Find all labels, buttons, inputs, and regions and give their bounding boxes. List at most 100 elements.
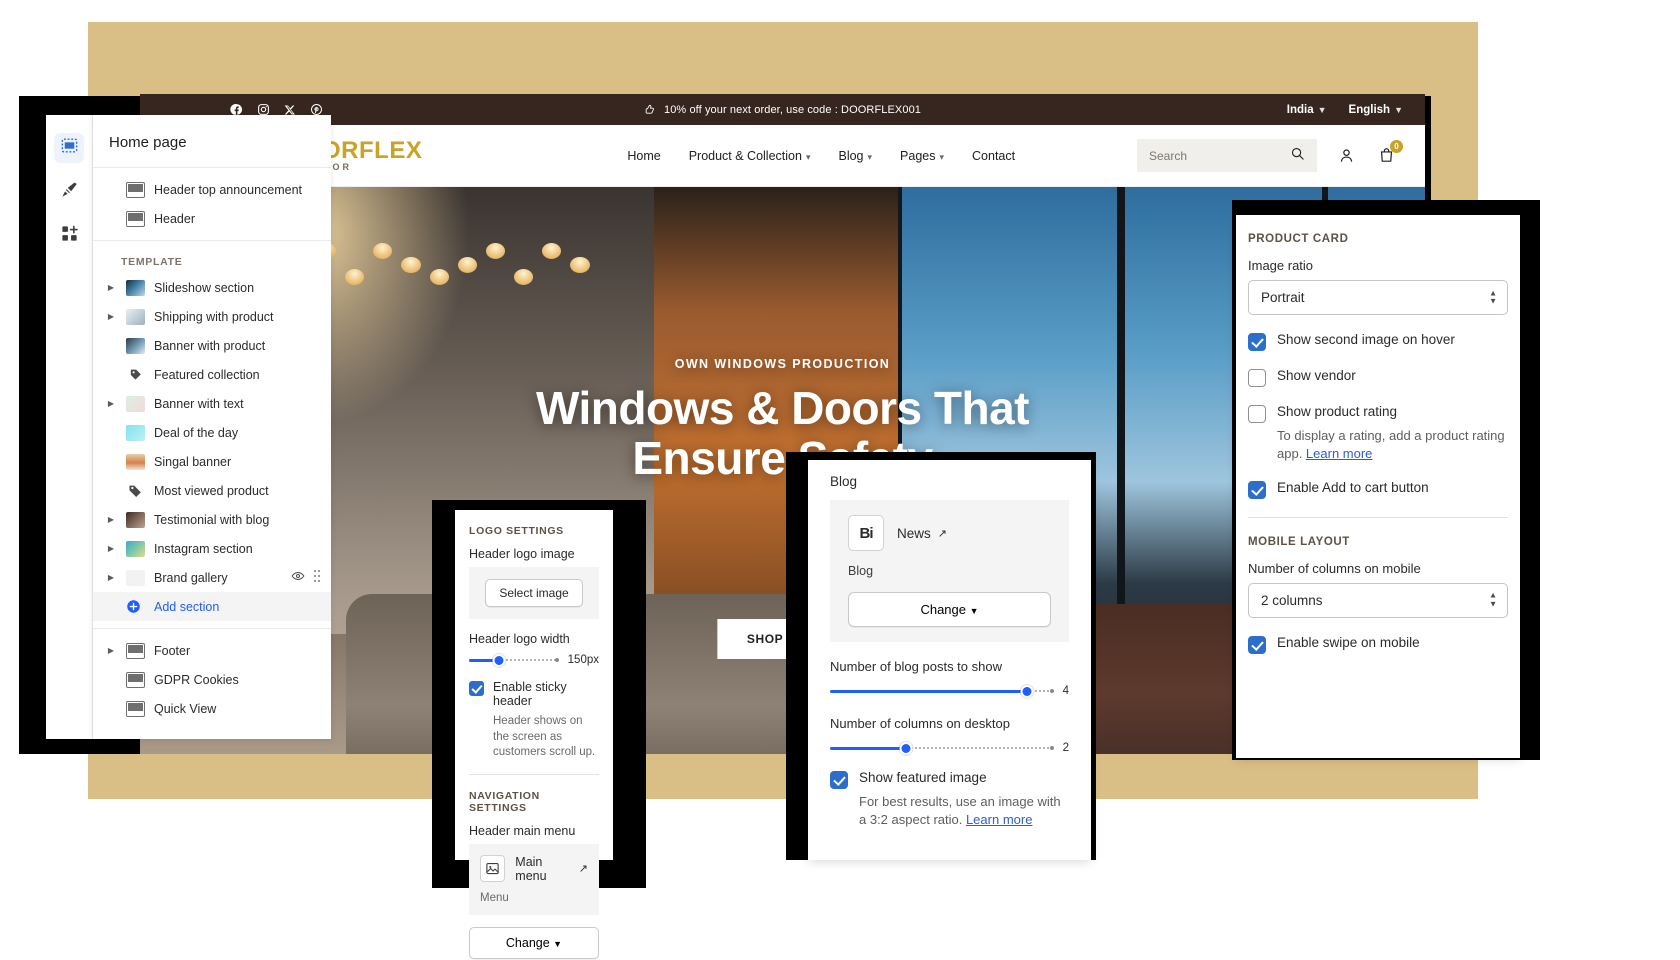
- section-item-footer[interactable]: ▶ Footer: [93, 636, 331, 665]
- select-image-button[interactable]: Select image: [485, 579, 583, 607]
- show-second-image-row[interactable]: Show second image on hover: [1248, 332, 1508, 351]
- section-thumbnail: [126, 540, 145, 557]
- section-item-singal-banner[interactable]: Singal banner: [93, 447, 331, 476]
- chevron-right-icon[interactable]: ▶: [105, 515, 117, 524]
- sticky-header-row[interactable]: Enable sticky header: [469, 680, 599, 708]
- theme-settings-rail-button[interactable]: [54, 177, 84, 207]
- chevron-right-icon[interactable]: ▶: [105, 399, 117, 408]
- sections-rail-button[interactable]: [54, 133, 84, 163]
- nav-link-home[interactable]: Home: [627, 149, 660, 163]
- account-icon[interactable]: [1335, 145, 1357, 167]
- section-label: Quick View: [154, 701, 217, 716]
- blog-columns-slider[interactable]: [830, 740, 1054, 756]
- locale-selectors: India ▼ English ▼: [1287, 104, 1403, 116]
- show-featured-image-checkbox[interactable]: [830, 771, 848, 789]
- mobile-columns-select[interactable]: 2 columns ▲ ▼: [1248, 582, 1508, 618]
- section-label: Testimonial with blog: [154, 512, 270, 527]
- search-icon[interactable]: [1290, 146, 1305, 166]
- cart-icon[interactable]: 0: [1375, 139, 1403, 167]
- nav-link-contact[interactable]: Contact: [972, 149, 1015, 163]
- page-title: Home page: [109, 134, 187, 151]
- main-menu: Home Product & Collection ▾ Blog ▾ Pages ▾ …: [627, 149, 1015, 163]
- change-blog-button[interactable]: Change ▼: [848, 592, 1051, 627]
- nav-link-pages[interactable]: Pages ▾: [900, 149, 944, 163]
- section-item-quick-view[interactable]: Quick View: [93, 694, 331, 723]
- enable-swipe-row[interactable]: Enable swipe on mobile: [1248, 635, 1508, 654]
- section-item-testimonial-with-blog[interactable]: ▶ Testimonial with blog: [93, 505, 331, 534]
- search-input[interactable]: Search: [1137, 139, 1317, 172]
- blog-resource-name: News: [897, 525, 931, 541]
- blog-posts-field: Number of blog posts to show 4: [830, 659, 1069, 699]
- section-item-instagram-section[interactable]: ▶ Instagram section: [93, 534, 331, 563]
- blog-posts-slider-row: 4: [830, 683, 1069, 699]
- change-blog-label: Change: [920, 602, 966, 617]
- section-thumbnail: [126, 366, 145, 383]
- nav-link-product-collection[interactable]: Product & Collection ▾: [689, 149, 811, 163]
- section-item-most-viewed-product[interactable]: Most viewed product: [93, 476, 331, 505]
- section-item-header-top-announcement[interactable]: Header top announcement: [93, 175, 331, 204]
- chevron-right-icon[interactable]: ▶: [105, 646, 117, 655]
- external-link-icon[interactable]: ↗: [938, 527, 947, 540]
- section-label: Brand gallery: [154, 570, 228, 585]
- external-link-icon[interactable]: ↗: [579, 862, 588, 875]
- image-ratio-select[interactable]: Portrait ▲ ▼: [1248, 280, 1508, 315]
- footer-sections-group: ▶ Footer GDPR Cookies Quick View: [93, 629, 331, 730]
- logo-width-slider-row: 150px: [469, 652, 599, 668]
- section-label: Featured collection: [154, 367, 260, 382]
- chevron-right-icon[interactable]: ▶: [105, 573, 117, 582]
- section-label: Slideshow section: [154, 280, 255, 295]
- show-vendor-checkbox[interactable]: [1248, 369, 1266, 387]
- chevron-right-icon[interactable]: ▶: [105, 312, 117, 321]
- section-thumbnail: [126, 569, 145, 586]
- section-item-brand-gallery[interactable]: ▶ Brand gallery: [93, 563, 331, 592]
- show-second-image-checkbox[interactable]: [1248, 333, 1266, 351]
- sections-panel: Home page Header top announcement Header…: [93, 115, 331, 739]
- section-item-shipping-with-product[interactable]: ▶ Shipping with product: [93, 302, 331, 331]
- add-circle-icon: [126, 599, 145, 614]
- country-selector[interactable]: India ▼: [1287, 104, 1327, 116]
- show-product-rating-row[interactable]: Show product rating: [1248, 404, 1508, 423]
- logo-image-dropzone[interactable]: Select image: [469, 567, 599, 619]
- section-thumbnail: [126, 395, 145, 412]
- section-item-slideshow-section[interactable]: ▶ Slideshow section: [93, 273, 331, 302]
- drag-handle-icon[interactable]: [313, 569, 321, 586]
- featured-learn-more-link[interactable]: Learn more: [966, 812, 1032, 827]
- image-ratio-label: Image ratio: [1248, 258, 1314, 273]
- blog-resource-name-wrap[interactable]: News ↗: [897, 526, 947, 541]
- blog-panel-title: Blog: [830, 474, 858, 489]
- show-vendor-row[interactable]: Show vendor: [1248, 368, 1508, 387]
- main-menu-name-wrap[interactable]: Main menu ↗: [515, 855, 588, 883]
- add-section-button[interactable]: Add section: [93, 592, 331, 621]
- select-arrows-icon: ▲ ▼: [1489, 288, 1497, 306]
- rating-learn-more-link[interactable]: Learn more: [1306, 446, 1372, 461]
- apps-rail-button[interactable]: [54, 221, 84, 251]
- section-item-banner-with-product[interactable]: Banner with product: [93, 331, 331, 360]
- enable-add-to-cart-checkbox[interactable]: [1248, 480, 1266, 499]
- section-thumbnail: [126, 181, 145, 198]
- section-item-gdpr-cookies[interactable]: GDPR Cookies: [93, 665, 331, 694]
- section-item-deal-of-the-day[interactable]: Deal of the day: [93, 418, 331, 447]
- section-item-banner-with-text[interactable]: ▶ Banner with text: [93, 389, 331, 418]
- section-label: Shipping with product: [154, 309, 274, 324]
- header-logo-width-label: Header logo width: [469, 632, 570, 646]
- enable-swipe-checkbox[interactable]: [1248, 635, 1266, 654]
- change-main-menu-button[interactable]: Change ▼: [469, 926, 599, 959]
- show-product-rating-checkbox[interactable]: [1248, 405, 1266, 423]
- show-featured-image-row[interactable]: Show featured image: [830, 770, 1069, 789]
- logo-width-slider[interactable]: [469, 652, 559, 668]
- sticky-header-checkbox[interactable]: [469, 681, 484, 696]
- chevron-right-icon[interactable]: ▶: [105, 544, 117, 553]
- section-item-featured-collection[interactable]: Featured collection: [93, 360, 331, 389]
- header-main-menu-label: Header main menu: [469, 823, 576, 838]
- section-thumbnail: [126, 482, 145, 499]
- blog-posts-slider[interactable]: [830, 683, 1054, 699]
- section-label: Footer: [154, 643, 191, 658]
- eye-icon[interactable]: [291, 569, 305, 586]
- template-sections-group: TEMPLATE ▶ Slideshow section ▶ Shipping …: [93, 241, 331, 628]
- section-item-header[interactable]: Header: [93, 204, 331, 233]
- language-selector[interactable]: English ▼: [1349, 104, 1403, 116]
- nav-link-blog[interactable]: Blog ▾: [838, 149, 872, 163]
- enable-add-to-cart-row[interactable]: Enable Add to cart button: [1248, 480, 1508, 499]
- chevron-down-icon: ▼: [553, 938, 563, 949]
- chevron-right-icon[interactable]: ▶: [105, 283, 117, 292]
